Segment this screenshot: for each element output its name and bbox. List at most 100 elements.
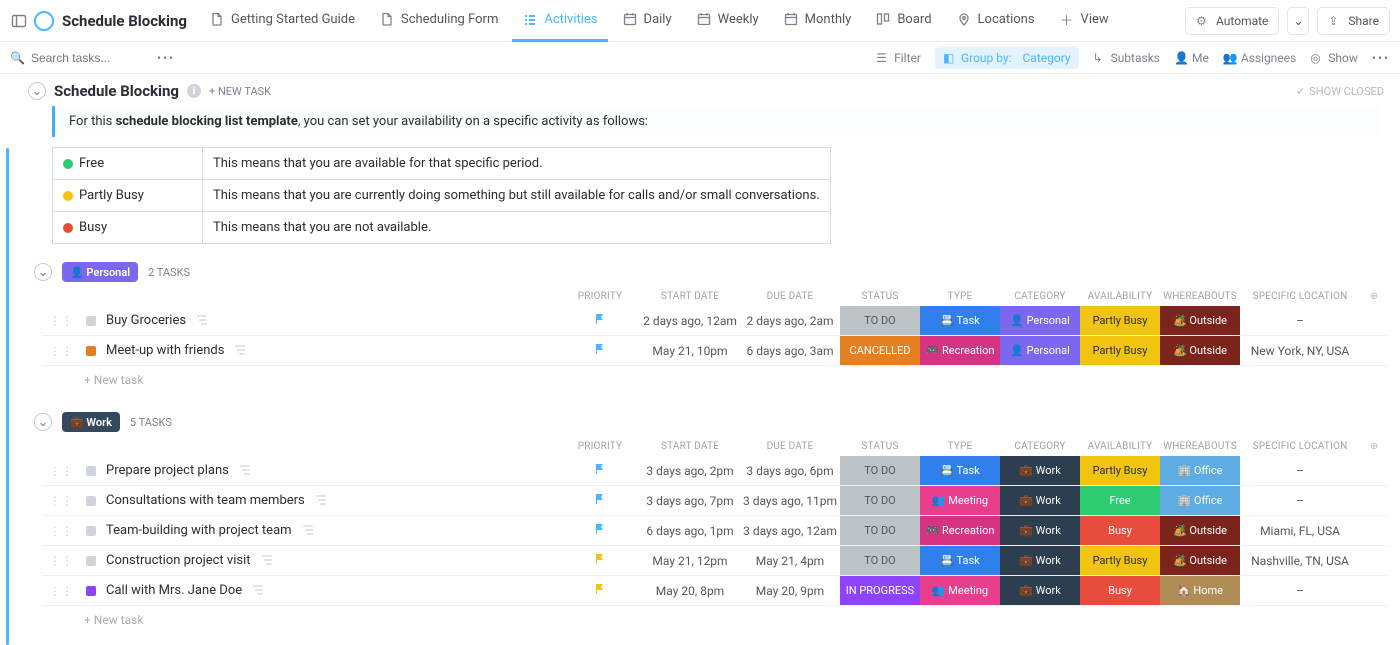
col-due-date[interactable]: DUE DATE [740, 291, 840, 302]
subtask-icon[interactable] [196, 314, 208, 328]
availability-cell[interactable]: Partly Busy [1080, 336, 1160, 365]
col-type[interactable]: TYPE [920, 291, 1000, 302]
tab-activities[interactable]: Activities [512, 0, 607, 42]
category-cell[interactable]: 👤 Personal [1000, 336, 1080, 365]
category-cell[interactable]: 💼 Work [1000, 546, 1080, 575]
status-square-icon[interactable] [86, 556, 96, 566]
priority-cell[interactable] [560, 456, 640, 485]
type-cell[interactable]: 📇 Task [920, 456, 1000, 485]
search-input[interactable] [31, 51, 151, 65]
col-category[interactable]: CATEGORY [1000, 441, 1080, 452]
whereabouts-cell[interactable]: 🏢 Office [1160, 486, 1240, 515]
category-cell[interactable]: 💼 Work [1000, 516, 1080, 545]
group-chip[interactable]: 💼 Work [62, 412, 120, 432]
location-cell[interactable]: – [1240, 456, 1360, 485]
collapse-group-button[interactable]: ⌄ [34, 263, 52, 281]
subtask-icon[interactable] [302, 524, 314, 538]
add-view-button[interactable]: ＋ View [1049, 0, 1119, 42]
availability-cell[interactable]: Partly Busy [1080, 306, 1160, 335]
task-title[interactable]: Prepare project plans [106, 463, 229, 478]
sidebar-toggle-icon[interactable] [10, 12, 28, 30]
start-date-cell[interactable]: May 21, 10pm [640, 336, 740, 365]
drag-handle-icon[interactable]: ⋮⋮ [42, 456, 80, 485]
due-date-cell[interactable]: 3 days ago, 11pm [740, 486, 840, 515]
priority-cell[interactable] [560, 486, 640, 515]
start-date-cell[interactable]: May 20, 8pm [640, 576, 740, 605]
due-date-cell[interactable]: 3 days ago, 6pm [740, 456, 840, 485]
toolbar-more-icon[interactable]: ••• [1372, 51, 1390, 65]
start-date-cell[interactable]: 3 days ago, 7pm [640, 486, 740, 515]
due-date-cell[interactable]: 2 days ago, 2am [740, 306, 840, 335]
location-cell[interactable]: – [1240, 576, 1360, 605]
me-button[interactable]: 👤Me [1174, 51, 1209, 65]
status-square-icon[interactable] [86, 316, 96, 326]
availability-cell[interactable]: Busy [1080, 576, 1160, 605]
task-title[interactable]: Consultations with team members [106, 493, 305, 508]
task-title[interactable]: Buy Groceries [106, 313, 186, 328]
col-specific-location[interactable]: SPECIFIC LOCATION [1240, 291, 1360, 302]
status-cell[interactable]: TO DO [840, 486, 920, 515]
start-date-cell[interactable]: 6 days ago, 1pm [640, 516, 740, 545]
category-cell[interactable]: 💼 Work [1000, 486, 1080, 515]
col-whereabouts[interactable]: WHEREABOUTS [1160, 291, 1240, 302]
location-cell[interactable]: New York, NY, USA [1240, 336, 1360, 365]
col-status[interactable]: STATUS [840, 441, 920, 452]
automate-dropdown[interactable]: ⌄ [1287, 7, 1309, 35]
status-square-icon[interactable] [86, 346, 96, 356]
task-row-meetup-friends[interactable]: ⋮⋮ Meet-up with friends May 21, 10pm 6 d… [42, 336, 1388, 366]
location-cell[interactable]: – [1240, 306, 1360, 335]
new-task-button-work[interactable]: + New task [22, 606, 1394, 634]
status-square-icon[interactable] [86, 466, 96, 476]
whereabouts-cell[interactable]: 🏕️ Outside [1160, 516, 1240, 545]
task-row-site-visit[interactable]: ⋮⋮ Construction project visit May 21, 12… [42, 546, 1388, 576]
category-cell[interactable]: 💼 Work [1000, 576, 1080, 605]
type-cell[interactable]: 🎮 Recreation [920, 336, 1000, 365]
availability-cell[interactable]: Busy [1080, 516, 1160, 545]
priority-cell[interactable] [560, 306, 640, 335]
tab-getting-started[interactable]: Getting Started Guide [199, 0, 365, 42]
subtask-icon[interactable] [315, 494, 327, 508]
tab-locations[interactable]: Locations [946, 0, 1045, 42]
priority-cell[interactable] [560, 546, 640, 575]
whereabouts-cell[interactable]: 🏕️ Outside [1160, 336, 1240, 365]
location-cell[interactable]: Nashville, TN, USA [1240, 546, 1360, 575]
drag-handle-icon[interactable]: ⋮⋮ [42, 486, 80, 515]
new-task-button-personal[interactable]: + New task [22, 366, 1394, 394]
group-chip[interactable]: 👤 Personal [62, 262, 138, 282]
tab-board[interactable]: Board [865, 0, 941, 42]
col-start-date[interactable]: START DATE [640, 441, 740, 452]
type-cell[interactable]: 🎮 Recreation [920, 516, 1000, 545]
priority-cell[interactable] [560, 516, 640, 545]
availability-cell[interactable]: Partly Busy [1080, 456, 1160, 485]
due-date-cell[interactable]: May 21, 4pm [740, 546, 840, 575]
status-square-icon[interactable] [86, 586, 96, 596]
task-title[interactable]: Construction project visit [106, 553, 251, 568]
due-date-cell[interactable]: 6 days ago, 3am [740, 336, 840, 365]
show-closed-button[interactable]: ✓SHOW CLOSED [1296, 85, 1384, 98]
drag-handle-icon[interactable]: ⋮⋮ [42, 516, 80, 545]
status-cell[interactable]: TO DO [840, 306, 920, 335]
category-cell[interactable]: 👤 Personal [1000, 306, 1080, 335]
task-row-buy-groceries[interactable]: ⋮⋮ Buy Groceries 2 days ago, 12am 2 days… [42, 306, 1388, 336]
drag-handle-icon[interactable]: ⋮⋮ [42, 576, 80, 605]
col-availability[interactable]: AVAILABILITY [1080, 291, 1160, 302]
start-date-cell[interactable]: May 21, 12pm [640, 546, 740, 575]
whereabouts-cell[interactable]: 🏕️ Outside [1160, 546, 1240, 575]
status-cell[interactable]: TO DO [840, 516, 920, 545]
status-square-icon[interactable] [86, 496, 96, 506]
drag-handle-icon[interactable]: ⋮⋮ [42, 336, 80, 365]
subtask-icon[interactable] [239, 464, 251, 478]
show-button[interactable]: ◎Show [1310, 51, 1358, 65]
start-date-cell[interactable]: 2 days ago, 12am [640, 306, 740, 335]
location-cell[interactable]: Miami, FL, USA [1240, 516, 1360, 545]
col-specific-location[interactable]: SPECIFIC LOCATION [1240, 441, 1360, 452]
type-cell[interactable]: 👥 Meeting [920, 486, 1000, 515]
drag-handle-icon[interactable]: ⋮⋮ [42, 546, 80, 575]
col-due-date[interactable]: DUE DATE [740, 441, 840, 452]
col-status[interactable]: STATUS [840, 291, 920, 302]
new-task-top-button[interactable]: + NEW TASK [209, 85, 271, 98]
assignees-button[interactable]: 👥Assignees [1223, 51, 1296, 65]
start-date-cell[interactable]: 3 days ago, 2pm [640, 456, 740, 485]
availability-cell[interactable]: Partly Busy [1080, 546, 1160, 575]
type-cell[interactable]: 📇 Task [920, 546, 1000, 575]
